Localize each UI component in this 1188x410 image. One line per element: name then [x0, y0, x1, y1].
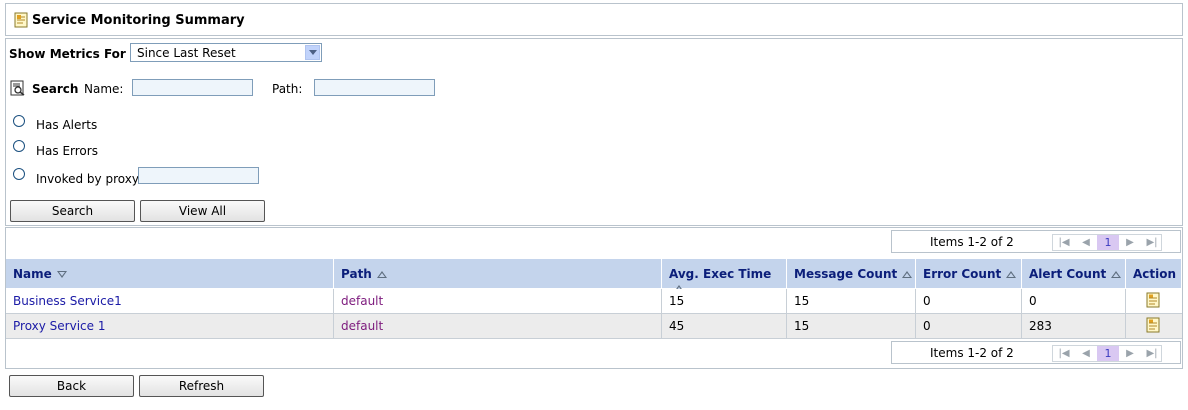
proxy-input[interactable]	[138, 167, 259, 184]
alert-count: 283	[1029, 319, 1052, 333]
column-header-message-count[interactable]: Message Count	[787, 259, 916, 288]
column-header-alert-count[interactable]: Alert Count	[1022, 259, 1126, 288]
column-header-error-count[interactable]: Error Count	[916, 259, 1022, 288]
row-avg-cell: 15	[662, 289, 787, 313]
row-errors-cell: 0	[916, 314, 1022, 338]
has-alerts-label: Has Alerts	[36, 118, 98, 132]
title-bar: Service Monitoring Summary	[5, 3, 1183, 36]
alert-count: 0	[1029, 294, 1037, 308]
column-label: Alert Count	[1029, 267, 1107, 281]
row-name-cell[interactable]: Business Service1	[6, 289, 334, 313]
row-alerts-cell: 283	[1022, 314, 1126, 338]
column-label: Message Count	[794, 267, 898, 281]
last-page-icon[interactable]: ▶|	[1141, 235, 1163, 250]
sort-asc-icon	[1111, 271, 1122, 278]
column-header-avg-exec-time[interactable]: Avg. Exec Time	[662, 259, 787, 292]
row-action-cell	[1126, 289, 1182, 313]
path-label: Path:	[272, 82, 303, 96]
pager-top: Items 1-2 of 2 |◀ ◀ 1 ▶ ▶|	[891, 230, 1181, 253]
view-all-button[interactable]: View All	[140, 200, 265, 222]
avg-exec-time: 45	[669, 319, 685, 333]
row-action-cell	[1126, 314, 1182, 338]
search-label: Search	[32, 82, 79, 96]
row-alerts-cell: 0	[1022, 289, 1126, 313]
sort-desc-icon	[56, 271, 67, 278]
row-path-cell[interactable]: default	[334, 289, 662, 313]
message-count: 15	[794, 319, 810, 333]
avg-exec-time: 15	[669, 294, 685, 308]
show-metrics-select[interactable]: Since Last Reset	[130, 43, 322, 62]
page-title: Service Monitoring Summary	[32, 13, 245, 28]
row-messages-cell: 15	[787, 289, 916, 313]
error-count: 0	[923, 319, 931, 333]
message-count: 15	[794, 294, 810, 308]
column-label: Action	[1133, 267, 1177, 281]
column-header-name[interactable]: Name	[6, 259, 334, 288]
pager-bottom: Items 1-2 of 2 |◀ ◀ 1 ▶ ▶|	[891, 341, 1181, 364]
pager-nav: |◀ ◀ 1 ▶ ▶|	[1052, 234, 1162, 251]
has-errors-label: Has Errors	[36, 144, 98, 158]
service-path-link[interactable]: default	[341, 294, 383, 308]
pager-items-text: Items 1-2 of 2	[930, 346, 1014, 360]
page-number[interactable]: 1	[1097, 235, 1119, 250]
error-count: 0	[923, 294, 931, 308]
details-icon[interactable]	[1146, 317, 1160, 336]
pager-nav: |◀ ◀ 1 ▶ ▶|	[1052, 345, 1162, 362]
prev-page-icon[interactable]: ◀	[1075, 235, 1097, 250]
column-label: Avg. Exec Time	[669, 267, 772, 281]
column-header-path[interactable]: Path	[334, 259, 662, 288]
has-alerts-radio[interactable]	[13, 115, 25, 127]
invoked-by-proxy-label: Invoked by proxy:	[36, 172, 143, 186]
page-number[interactable]: 1	[1097, 346, 1119, 361]
sort-asc-icon	[902, 271, 913, 278]
row-messages-cell: 15	[787, 314, 916, 338]
first-page-icon[interactable]: |◀	[1053, 235, 1075, 250]
filter-panel	[5, 38, 1183, 226]
chevron-down-icon[interactable]	[305, 45, 320, 60]
service-path-link[interactable]: default	[341, 319, 383, 333]
name-input[interactable]	[132, 79, 253, 96]
next-page-icon[interactable]: ▶	[1119, 235, 1141, 250]
details-icon[interactable]	[1146, 292, 1160, 311]
column-label: Path	[341, 267, 372, 281]
path-input[interactable]	[314, 79, 435, 96]
sort-asc-icon	[1006, 271, 1017, 278]
service-name-link[interactable]: Business Service1	[13, 294, 122, 308]
search-button[interactable]: Search	[10, 200, 135, 222]
row-errors-cell: 0	[916, 289, 1022, 313]
document-icon	[14, 12, 28, 31]
column-label: Name	[13, 267, 52, 281]
first-page-icon[interactable]: |◀	[1053, 346, 1075, 361]
column-label: Error Count	[923, 267, 1002, 281]
row-path-cell[interactable]: default	[334, 314, 662, 338]
pager-items-text: Items 1-2 of 2	[930, 235, 1014, 249]
column-header-action: Action	[1126, 259, 1182, 288]
row-avg-cell: 45	[662, 314, 787, 338]
sort-asc-icon	[376, 271, 387, 278]
show-metrics-value: Since Last Reset	[137, 46, 236, 60]
last-page-icon[interactable]: ▶|	[1141, 346, 1163, 361]
show-metrics-label: Show Metrics For :	[9, 47, 135, 61]
row-name-cell[interactable]: Proxy Service 1	[6, 314, 334, 338]
service-name-link[interactable]: Proxy Service 1	[13, 319, 105, 333]
refresh-button[interactable]: Refresh	[139, 375, 264, 397]
search-icon	[10, 80, 26, 99]
prev-page-icon[interactable]: ◀	[1075, 346, 1097, 361]
has-errors-radio[interactable]	[13, 140, 25, 152]
next-page-icon[interactable]: ▶	[1119, 346, 1141, 361]
row-divider	[6, 338, 1182, 339]
invoked-by-proxy-radio[interactable]	[13, 168, 25, 180]
name-label: Name:	[84, 82, 124, 96]
back-button[interactable]: Back	[9, 375, 134, 397]
